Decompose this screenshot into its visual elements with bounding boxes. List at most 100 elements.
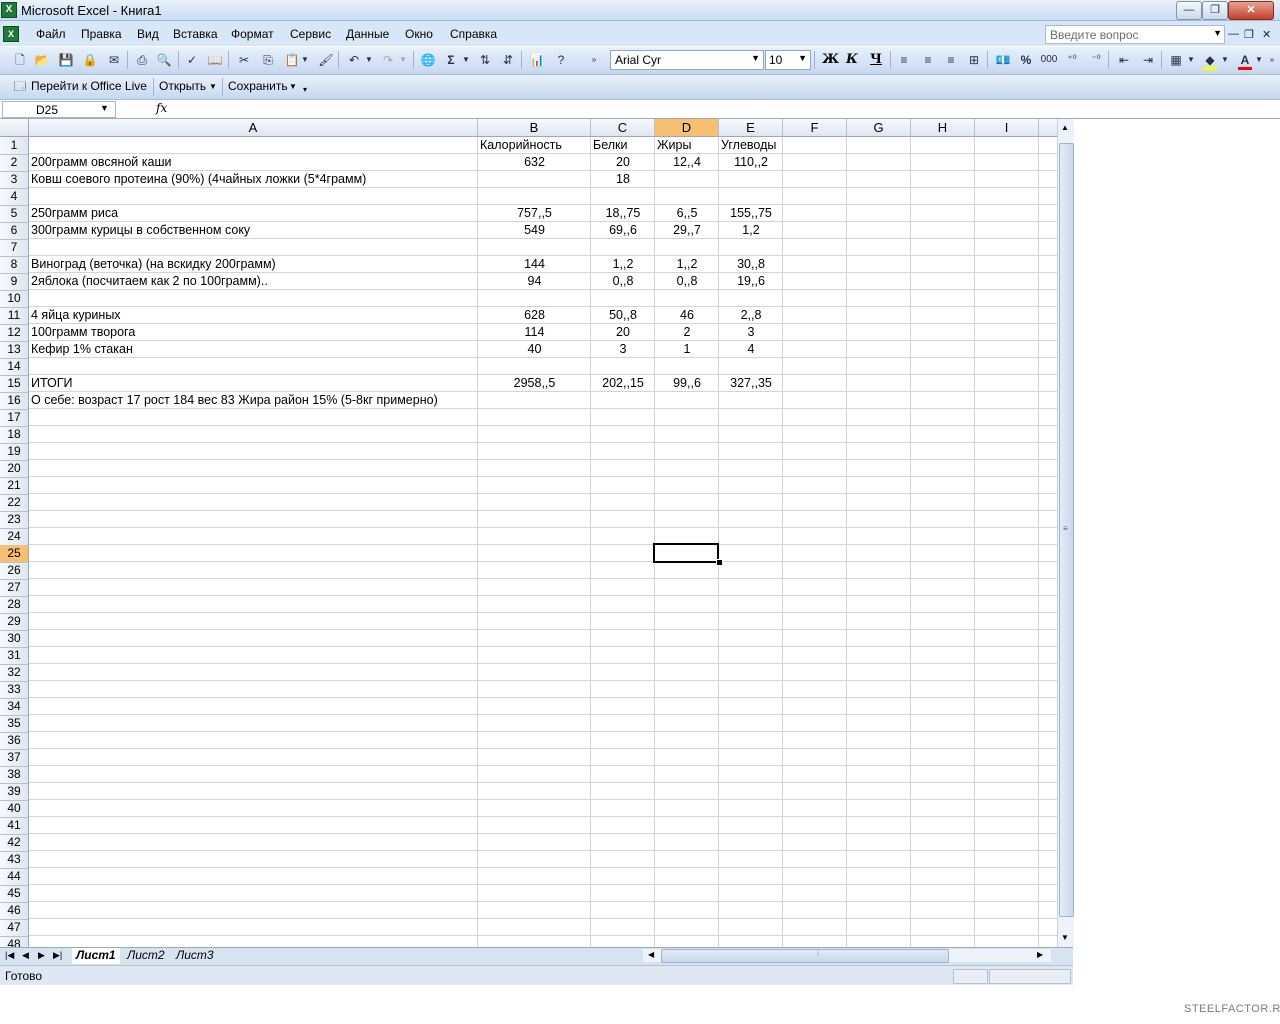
- fill-color-icon[interactable]: ◆: [1202, 52, 1218, 68]
- save-menu-button[interactable]: Сохранить: [228, 79, 288, 93]
- toolbar-options-icon[interactable]: »: [590, 52, 598, 68]
- menu-tools[interactable]: Сервис: [290, 27, 331, 41]
- undo-icon[interactable]: ↶: [346, 52, 362, 68]
- cell-b5[interactable]: 757,,5: [480, 205, 589, 222]
- cell-d11[interactable]: 46: [657, 307, 717, 324]
- chevron-down-icon[interactable]: ▼: [209, 82, 217, 91]
- cell-d13[interactable]: 1: [657, 341, 717, 358]
- column-header-g[interactable]: G: [847, 119, 911, 136]
- worksheet-grid[interactable]: ABCDEFGHI 1 2 3 4 5 6 7 8 9 10 11 12 13 14 15 16 17 18 19 2…: [0, 119, 1073, 947]
- row-header-37[interactable]: 37: [0, 749, 28, 767]
- align-right-icon[interactable]: ≡: [943, 52, 959, 68]
- underline-button[interactable]: Ч: [870, 52, 882, 67]
- row-header-48[interactable]: 48: [0, 936, 28, 947]
- row-header-34[interactable]: 34: [0, 698, 28, 716]
- cell-e8[interactable]: 30,,8: [721, 256, 781, 273]
- row-header-16[interactable]: 16: [0, 392, 28, 410]
- hyperlink-icon[interactable]: 🌐: [420, 52, 436, 68]
- cell-d9[interactable]: 0,,8: [657, 273, 717, 290]
- font-size-select[interactable]: 10 ▼: [765, 50, 811, 70]
- chevron-down-icon[interactable]: ▼: [798, 53, 807, 63]
- cell-c9[interactable]: 0,,8: [593, 273, 653, 290]
- sheet-tab-1[interactable]: Лист1: [72, 948, 120, 964]
- row-header-44[interactable]: 44: [0, 868, 28, 886]
- cell-a9[interactable]: 2яблока (посчитаем как 2 по 100грамм)..: [31, 273, 476, 290]
- open-folder-icon[interactable]: 📂: [34, 52, 50, 68]
- currency-icon[interactable]: 💶: [995, 52, 1011, 68]
- chevron-down-icon[interactable]: ▼: [100, 103, 109, 113]
- scroll-up-icon[interactable]: ▲: [1061, 123, 1069, 132]
- row-header-38[interactable]: 38: [0, 766, 28, 784]
- row-header-46[interactable]: 46: [0, 902, 28, 920]
- cell-a15[interactable]: ИТОГИ: [31, 375, 476, 392]
- row-header-21[interactable]: 21: [0, 477, 28, 495]
- workbook-icon[interactable]: X: [3, 26, 19, 42]
- print-icon[interactable]: ⎙: [134, 52, 150, 68]
- increase-indent-icon[interactable]: ⇥: [1140, 52, 1156, 68]
- vertical-scrollbar[interactable]: ▲ ≡ ▼: [1057, 119, 1074, 947]
- cell-b15[interactable]: 2958,,5: [480, 375, 589, 392]
- row-header-4[interactable]: 4: [0, 188, 28, 206]
- vertical-scroll-thumb[interactable]: ≡: [1059, 143, 1074, 917]
- comma-style-button[interactable]: 000: [1040, 52, 1058, 68]
- row-header-36[interactable]: 36: [0, 732, 28, 750]
- cell-a8[interactable]: Виноград (веточка) (на вскидку 200грамм): [31, 256, 476, 273]
- cell-e2[interactable]: 110,,2: [721, 154, 781, 171]
- cell-b6[interactable]: 549: [480, 222, 589, 239]
- first-sheet-icon[interactable]: |◀: [5, 950, 14, 961]
- row-header-27[interactable]: 27: [0, 579, 28, 597]
- row-header-26[interactable]: 26: [0, 562, 28, 580]
- menu-format[interactable]: Формат: [231, 27, 274, 41]
- column-header-b[interactable]: B: [478, 119, 591, 136]
- permission-icon[interactable]: 🔒: [82, 52, 98, 68]
- menu-edit[interactable]: Правка: [81, 27, 122, 41]
- menu-window[interactable]: Окно: [405, 27, 433, 41]
- cell-a11[interactable]: 4 яйца куриных: [31, 307, 476, 324]
- chevron-down-icon[interactable]: ▼: [1186, 52, 1196, 68]
- cell-c15[interactable]: 202,,15: [593, 375, 653, 392]
- cell-a12[interactable]: 100грамм творога: [31, 324, 476, 341]
- cell-d2[interactable]: 12,,4: [657, 154, 717, 171]
- sort-ascending-icon[interactable]: ⇅: [477, 52, 493, 68]
- cell-d5[interactable]: 6,,5: [657, 205, 717, 222]
- maximize-button[interactable]: ❐: [1202, 1, 1228, 20]
- column-header-a[interactable]: A: [29, 119, 478, 136]
- row-header-45[interactable]: 45: [0, 885, 28, 903]
- formula-input[interactable]: [172, 101, 1272, 116]
- cell-e13[interactable]: 4: [721, 341, 781, 358]
- cell-c5[interactable]: 18,,75: [593, 205, 653, 222]
- chevron-down-icon[interactable]: ▼: [1254, 52, 1264, 68]
- redo-icon[interactable]: ↷: [380, 52, 396, 68]
- row-header-25[interactable]: 25: [0, 545, 28, 563]
- cell-c12[interactable]: 20: [593, 324, 653, 341]
- sheet-tab-3[interactable]: Лист3: [172, 948, 218, 963]
- chevron-down-icon[interactable]: ▼: [398, 52, 408, 68]
- chevron-down-icon[interactable]: ▼: [1213, 28, 1222, 38]
- cell-c6[interactable]: 69,,6: [593, 222, 653, 239]
- last-sheet-icon[interactable]: ▶|: [53, 950, 62, 961]
- row-header-9[interactable]: 9: [0, 273, 28, 291]
- name-box[interactable]: D25 ▼: [2, 101, 116, 118]
- row-header-7[interactable]: 7: [0, 239, 28, 257]
- spelling-icon[interactable]: ✓: [184, 52, 200, 68]
- active-cell-selection[interactable]: [653, 543, 719, 563]
- row-header-6[interactable]: 6: [0, 222, 28, 240]
- cell-e15[interactable]: 327,,35: [721, 375, 781, 392]
- cell-c13[interactable]: 3: [593, 341, 653, 358]
- row-header-17[interactable]: 17: [0, 409, 28, 427]
- cell-e6[interactable]: 1,2: [721, 222, 781, 239]
- office-live-button[interactable]: Перейти к Office Live: [31, 79, 147, 93]
- next-sheet-icon[interactable]: ▶: [38, 950, 45, 961]
- column-header-d[interactable]: D: [655, 119, 719, 136]
- save-icon[interactable]: 💾: [58, 52, 74, 68]
- row-header-3[interactable]: 3: [0, 171, 28, 189]
- cell-a5[interactable]: 250грамм риса: [31, 205, 476, 222]
- chevron-down-icon[interactable]: ▼: [1220, 52, 1230, 68]
- row-header-39[interactable]: 39: [0, 783, 28, 801]
- scroll-down-icon[interactable]: ▼: [1061, 933, 1069, 942]
- percent-style-button[interactable]: %: [1018, 52, 1034, 68]
- cell-c11[interactable]: 50,,8: [593, 307, 653, 324]
- row-header-2[interactable]: 2: [0, 154, 28, 172]
- office-live-icon[interactable]: 🗔: [12, 78, 28, 94]
- cell-d12[interactable]: 2: [657, 324, 717, 341]
